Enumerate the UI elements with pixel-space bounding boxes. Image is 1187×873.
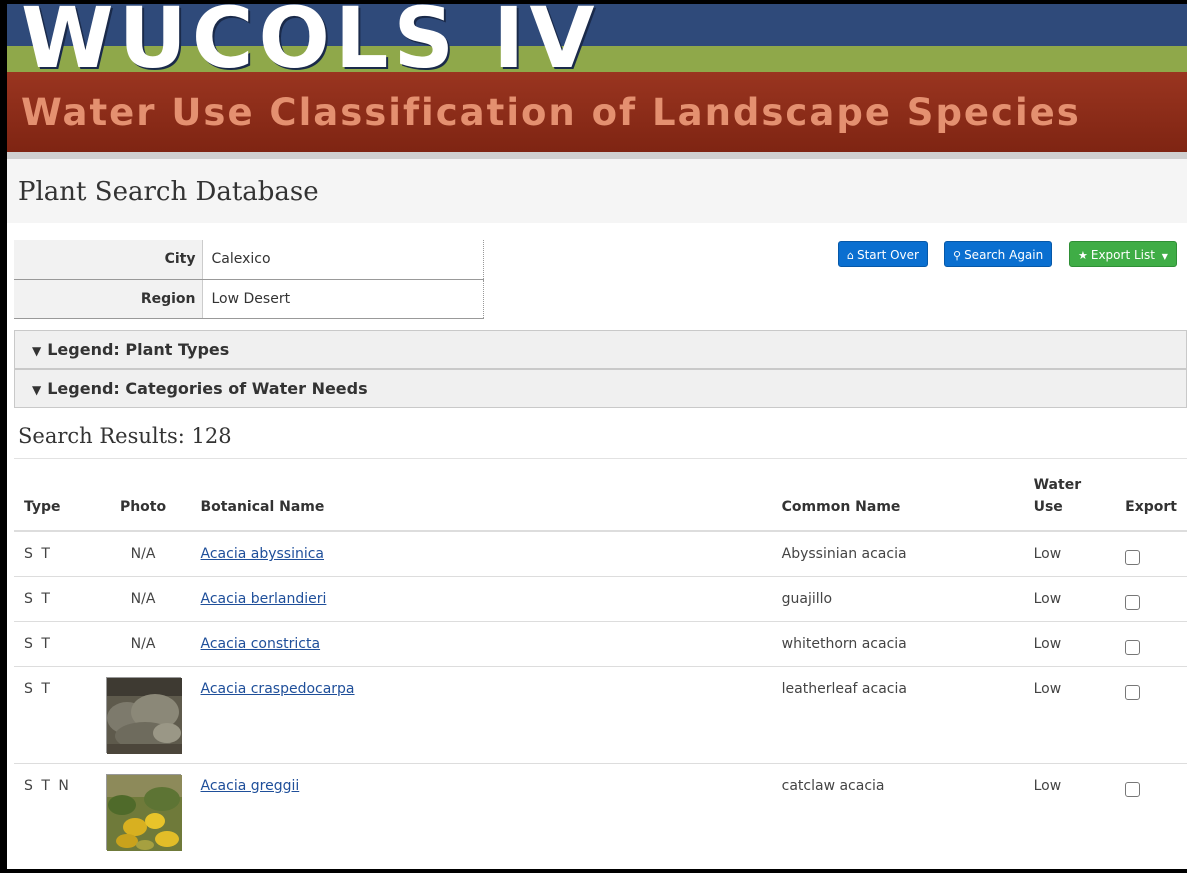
legend-water-needs-toggle[interactable]: ▼ Legend: Categories of Water Needs (14, 369, 1187, 408)
row-common-name: whitethorn acacia (771, 620, 1024, 666)
results-table: Type Photo Botanical Name Common Name Wa… (14, 474, 1187, 860)
row-water-use: Low (1023, 665, 1116, 763)
col-water-use-line1: Water (1033, 477, 1082, 493)
legend-water-needs-label: Legend: Categories of Water Needs (47, 379, 368, 398)
row-photo (95, 762, 191, 860)
botanical-name-link[interactable]: Acacia abyssinica (201, 546, 325, 562)
results-divider (14, 458, 1187, 459)
row-botanical-name: Acacia greggii (190, 762, 772, 860)
results-header-row: Type Photo Botanical Name Common Name Wa… (14, 474, 1187, 532)
legend-plant-types-toggle[interactable]: ▼ Legend: Plant Types (14, 330, 1187, 369)
col-water-use: Water Use (1023, 474, 1116, 532)
col-botanical-name: Botanical Name (190, 474, 772, 532)
search-icon: ⚲ (953, 249, 962, 262)
col-photo: Photo (95, 474, 191, 532)
city-label: City (14, 240, 203, 280)
legend-plant-types-label: Legend: Plant Types (47, 340, 230, 359)
export-checkbox[interactable] (1125, 594, 1141, 610)
col-type: Type (14, 474, 96, 532)
row-type: S T (14, 665, 96, 763)
plant-photo-thumbnail[interactable] (105, 676, 182, 754)
page-title: Plant Search Database (18, 177, 319, 207)
banner-band-grey (7, 152, 1187, 159)
location-table: City Calexico Region Low Desert (14, 240, 484, 319)
city-value: Calexico (202, 240, 484, 280)
row-export (1115, 665, 1187, 763)
search-again-button[interactable]: ⚲ Search Again (944, 241, 1053, 267)
page-header: Plant Search Database (7, 159, 1187, 223)
botanical-name-link[interactable]: Acacia berlandieri (201, 591, 327, 607)
export-list-label: Export List (1090, 248, 1155, 262)
star-icon: ★ (1078, 249, 1088, 262)
location-row-city: City Calexico (14, 240, 484, 280)
row-photo: N/A (95, 530, 191, 576)
row-type: S T (14, 620, 96, 666)
banner-title: WUCOLS IV (21, 4, 600, 87)
row-water-use: Low (1023, 530, 1116, 576)
export-checkbox[interactable] (1125, 639, 1141, 655)
col-export: Export (1115, 474, 1187, 532)
start-over-button[interactable]: ⌂ Start Over (838, 241, 928, 267)
row-common-name: catclaw acacia (771, 762, 1024, 860)
botanical-name-link[interactable]: Acacia constricta (201, 636, 321, 652)
table-row: S T Acacia craspedocarpa leatherleaf aca… (14, 665, 1187, 763)
table-row: S T N/A Acacia abyssinica Abyssinian aca… (14, 530, 1187, 576)
row-botanical-name: Acacia abyssinica (190, 530, 772, 576)
row-common-name: leatherleaf acacia (771, 665, 1024, 763)
row-export (1115, 620, 1187, 666)
table-row: S T N/A Acacia constricta whitethorn aca… (14, 620, 1187, 666)
row-type: S T N (14, 762, 96, 860)
results-title: Search Results: 128 (18, 424, 232, 448)
table-row: S T N/A Acacia berlandieri guajillo Low (14, 575, 1187, 621)
row-water-use: Low (1023, 575, 1116, 621)
row-water-use: Low (1023, 620, 1116, 666)
row-common-name: guajillo (771, 575, 1024, 621)
triangle-down-icon: ▼ (32, 344, 42, 358)
export-checkbox[interactable] (1125, 550, 1141, 565)
row-photo (95, 665, 191, 763)
row-export (1115, 762, 1187, 860)
row-photo: N/A (95, 620, 191, 666)
triangle-down-icon: ▼ (32, 383, 42, 397)
export-checkbox[interactable] (1125, 684, 1141, 700)
location-row-region: Region Low Desert (14, 279, 484, 319)
search-again-label: Search Again (964, 248, 1044, 262)
botanical-name-link[interactable]: Acacia greggii (201, 778, 300, 794)
row-type: S T (14, 575, 96, 621)
row-water-use: Low (1023, 762, 1116, 860)
col-common-name: Common Name (771, 474, 1024, 532)
row-photo: N/A (95, 575, 191, 621)
col-water-use-line2: Use (1033, 499, 1063, 515)
region-label: Region (14, 279, 203, 319)
home-icon: ⌂ (847, 249, 854, 262)
row-botanical-name: Acacia berlandieri (190, 575, 772, 621)
caret-down-icon: ▼ (1161, 252, 1168, 261)
row-export (1115, 530, 1187, 576)
row-common-name: Abyssinian acacia (771, 530, 1024, 576)
plant-photo-thumbnail[interactable] (105, 773, 182, 851)
table-row: S T N Acacia greggii catclaw acacia Low (14, 762, 1187, 860)
export-list-button[interactable]: ★ Export List ▼ (1069, 241, 1177, 267)
region-value: Low Desert (202, 279, 484, 319)
banner-subtitle: Water Use Classification of Landscape Sp… (21, 91, 1081, 134)
start-over-label: Start Over (856, 248, 919, 262)
site-banner: WUCOLS IV Water Use Classification of La… (7, 4, 1187, 159)
page-frame: WUCOLS IV Water Use Classification of La… (7, 4, 1187, 869)
row-export (1115, 575, 1187, 621)
row-botanical-name: Acacia craspedocarpa (190, 665, 772, 763)
botanical-name-link[interactable]: Acacia craspedocarpa (201, 681, 355, 697)
row-botanical-name: Acacia constricta (190, 620, 772, 666)
row-type: S T (14, 530, 96, 576)
export-checkbox[interactable] (1125, 781, 1141, 797)
